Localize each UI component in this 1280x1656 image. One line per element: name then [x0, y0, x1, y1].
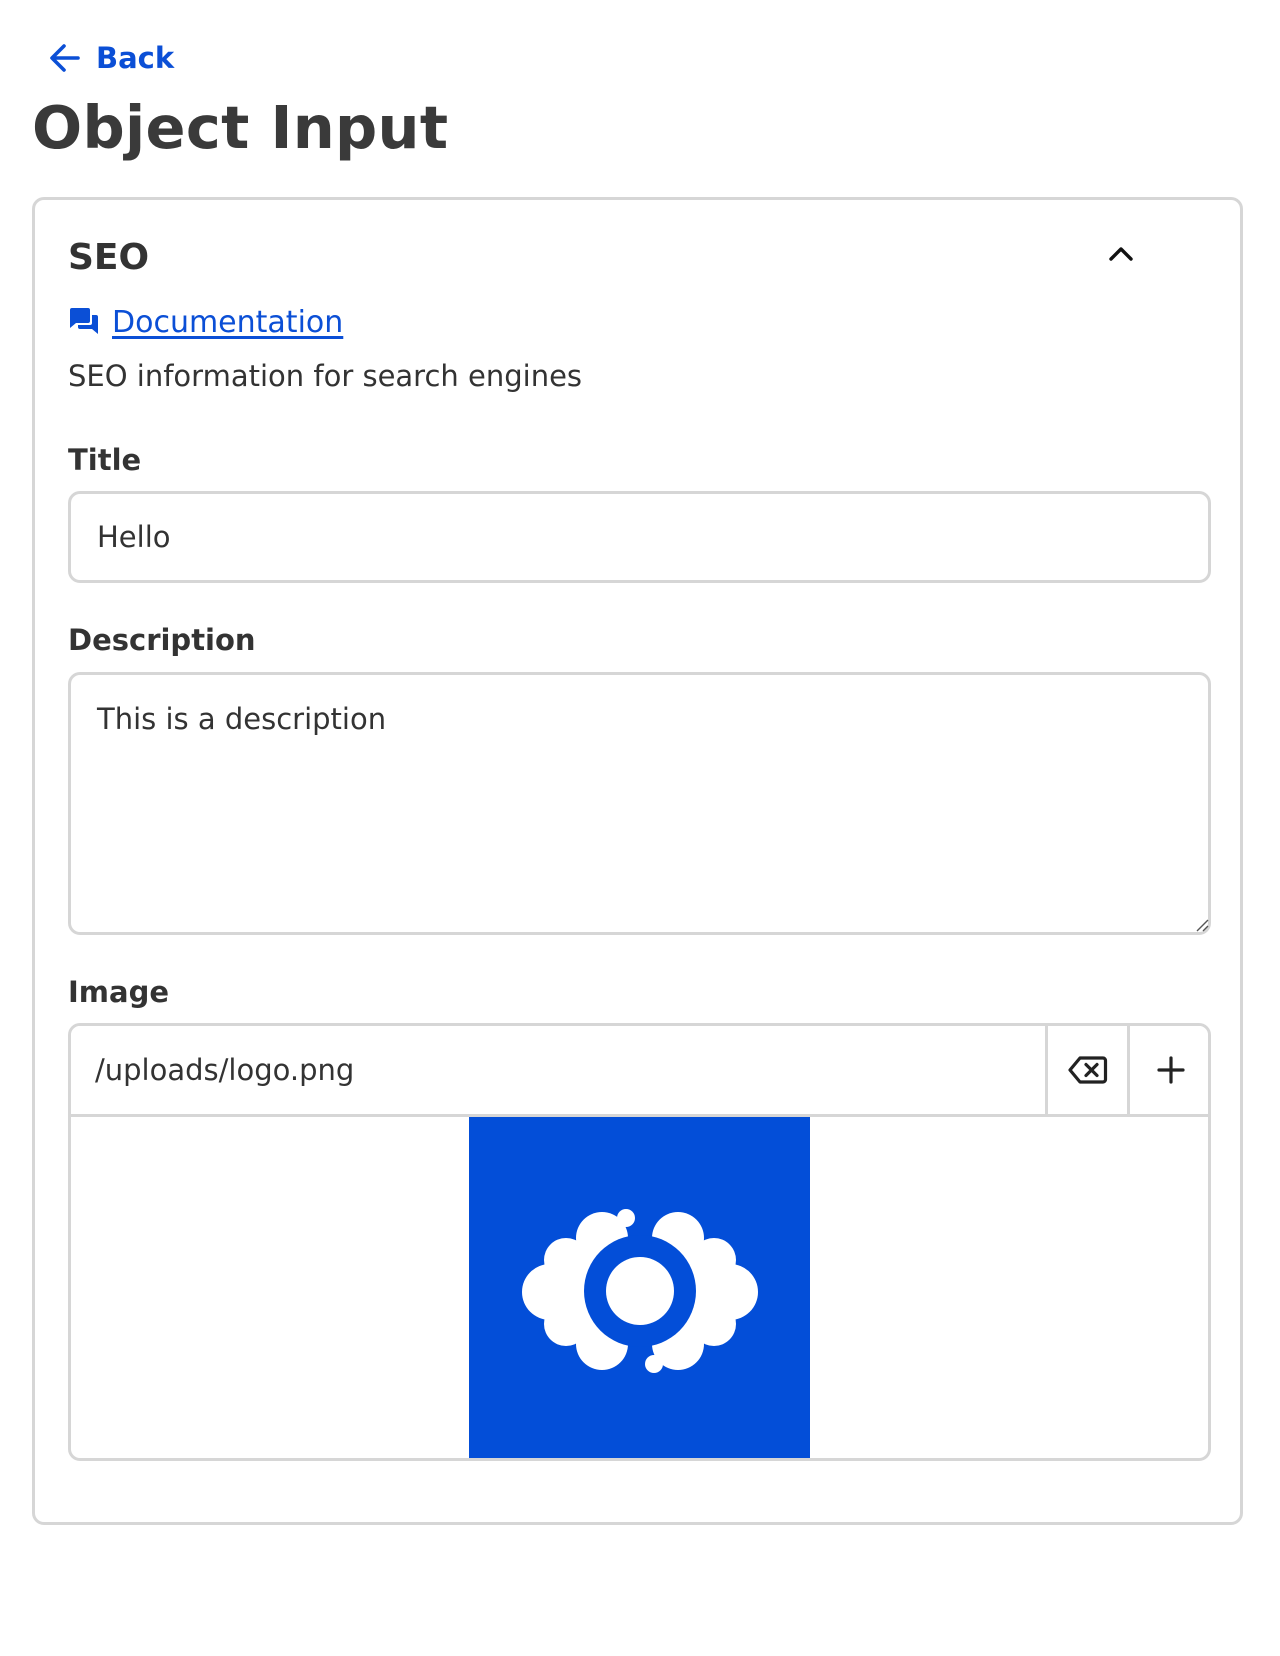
- chat-bubbles-icon: [70, 308, 98, 334]
- title-label: Title: [68, 443, 142, 477]
- seo-panel: SEO Documentation SEO information for se…: [32, 197, 1243, 1525]
- image-preview: [469, 1117, 810, 1458]
- arrow-left-icon: [50, 44, 80, 72]
- backspace-clear-icon: [1067, 1056, 1107, 1084]
- page-title: Object Input: [32, 93, 449, 162]
- clear-image-button[interactable]: [1045, 1026, 1127, 1114]
- back-link[interactable]: Back: [48, 38, 174, 78]
- section-description: SEO information for search engines: [68, 359, 583, 393]
- logo-image: [521, 1208, 758, 1373]
- documentation-label: Documentation: [112, 304, 344, 340]
- section-title: SEO: [68, 237, 150, 278]
- chevron-up-icon: [1109, 247, 1133, 261]
- image-field: [68, 1023, 1211, 1461]
- plus-icon: [1156, 1056, 1185, 1084]
- resize-handle-icon[interactable]: [1195, 918, 1209, 932]
- image-path-input[interactable]: [71, 1026, 1045, 1114]
- documentation-link[interactable]: Documentation: [68, 302, 343, 342]
- collapse-button[interactable]: [1095, 228, 1147, 280]
- description-label: Description: [68, 623, 256, 657]
- back-label: Back: [96, 41, 175, 75]
- title-input[interactable]: [68, 491, 1211, 583]
- add-image-button[interactable]: [1127, 1026, 1208, 1114]
- image-label: Image: [68, 975, 170, 1009]
- description-textarea[interactable]: This is a description: [68, 672, 1211, 935]
